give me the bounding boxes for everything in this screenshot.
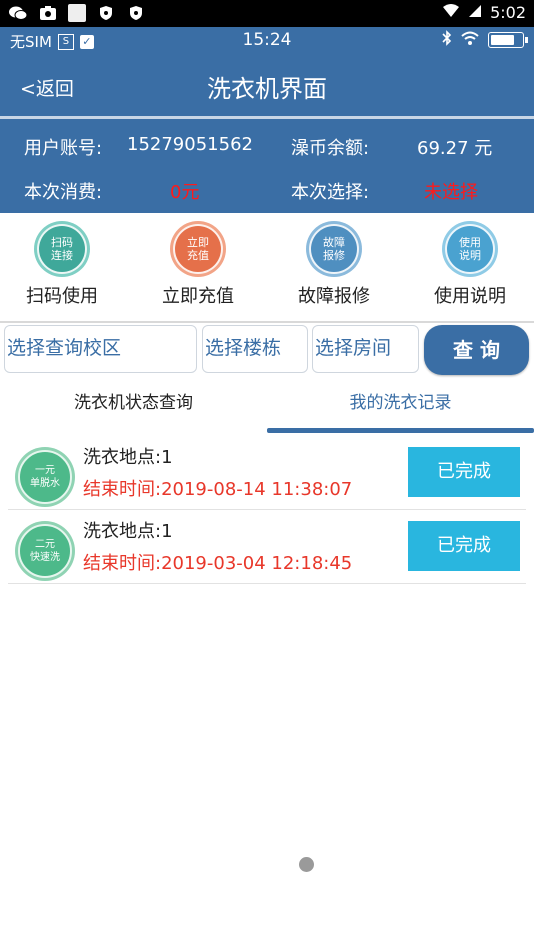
building-select[interactable]: 选择楼栋	[202, 325, 308, 373]
wifi-icon	[442, 3, 460, 22]
wash-mode-badge: 二元 快速洗	[15, 521, 75, 581]
list-item: 二元 快速洗 洗衣地点:1 结束时间:2019-03-04 12:18:45 已…	[8, 509, 526, 584]
user-account-label: 用户账号:	[24, 138, 103, 159]
instructions-label: 使用说明	[434, 286, 506, 307]
choice-value: 未选择	[424, 182, 478, 203]
wechat-icon	[8, 4, 28, 22]
repair-icon: 故障 报修	[306, 221, 362, 277]
app-notification-icon	[68, 4, 86, 22]
app-status-bar: 无SIM S ✓ 15:24	[0, 27, 534, 54]
shield-icon	[96, 4, 116, 22]
account-panel: 用户账号: 15279051562 澡币余额: 69.27 元 本次消费: 0元…	[0, 119, 534, 213]
scan-use-label: 扫码使用	[26, 286, 98, 307]
signal-icon	[468, 3, 482, 22]
system-status-bar: 5:02	[0, 0, 534, 27]
user-account-value: 15279051562	[127, 134, 253, 155]
query-button[interactable]: 查 询	[424, 325, 529, 375]
wash-mode-badge: 一元 单脱水	[15, 447, 75, 507]
action-bar: 扫码 连接 扫码使用 立即 充值 立即充值 故障 报修 故障报修 使用 说明 使…	[0, 213, 534, 321]
scan-use-button[interactable]: 扫码 连接 扫码使用	[7, 221, 117, 308]
repair-report-button[interactable]: 故障 报修 故障报修	[279, 221, 389, 308]
wash-location: 洗衣地点:1	[83, 521, 173, 542]
bluetooth-icon	[442, 30, 452, 50]
balance-label: 澡币余额:	[291, 138, 370, 159]
room-select[interactable]: 选择房间	[312, 325, 419, 373]
campus-select[interactable]: 选择查询校区	[4, 325, 197, 373]
recharge-label: 立即充值	[162, 286, 234, 307]
page-title: 洗衣机界面	[207, 75, 327, 103]
system-clock: 5:02	[490, 3, 526, 22]
list-item: 一元 单脱水 洗衣地点:1 结束时间:2019-08-14 11:38:07 已…	[8, 435, 526, 510]
spend-label: 本次消费:	[24, 182, 103, 203]
app-header: <返回 洗衣机界面	[0, 54, 534, 116]
section-divider	[0, 321, 534, 323]
scan-icon: 扫码 连接	[34, 221, 90, 277]
tab-my-records[interactable]: 我的洗衣记录	[267, 388, 534, 413]
completed-button[interactable]: 已完成	[408, 447, 520, 497]
instructions-button[interactable]: 使用 说明 使用说明	[415, 221, 525, 308]
repair-report-label: 故障报修	[298, 286, 370, 307]
wash-location: 洗衣地点:1	[83, 447, 173, 468]
choice-label: 本次选择:	[291, 182, 370, 203]
balance-value: 69.27 元	[417, 138, 493, 159]
recharge-icon: 立即 充值	[170, 221, 226, 277]
battery-icon	[488, 32, 528, 48]
shield-icon	[126, 4, 146, 22]
floating-dot[interactable]	[299, 857, 314, 872]
active-tab-indicator	[267, 428, 534, 433]
recharge-button[interactable]: 立即 充值 立即充值	[143, 221, 253, 308]
photo-app-icon	[38, 4, 58, 22]
instructions-icon: 使用 说明	[442, 221, 498, 277]
spend-value: 0元	[170, 182, 200, 203]
completed-button[interactable]: 已完成	[408, 521, 520, 571]
end-time: 结束时间:2019-03-04 12:18:45	[83, 553, 353, 574]
end-time: 结束时间:2019-08-14 11:38:07	[83, 479, 353, 500]
tab-machine-status[interactable]: 洗衣机状态查询	[0, 388, 267, 413]
wifi-icon	[460, 31, 480, 50]
